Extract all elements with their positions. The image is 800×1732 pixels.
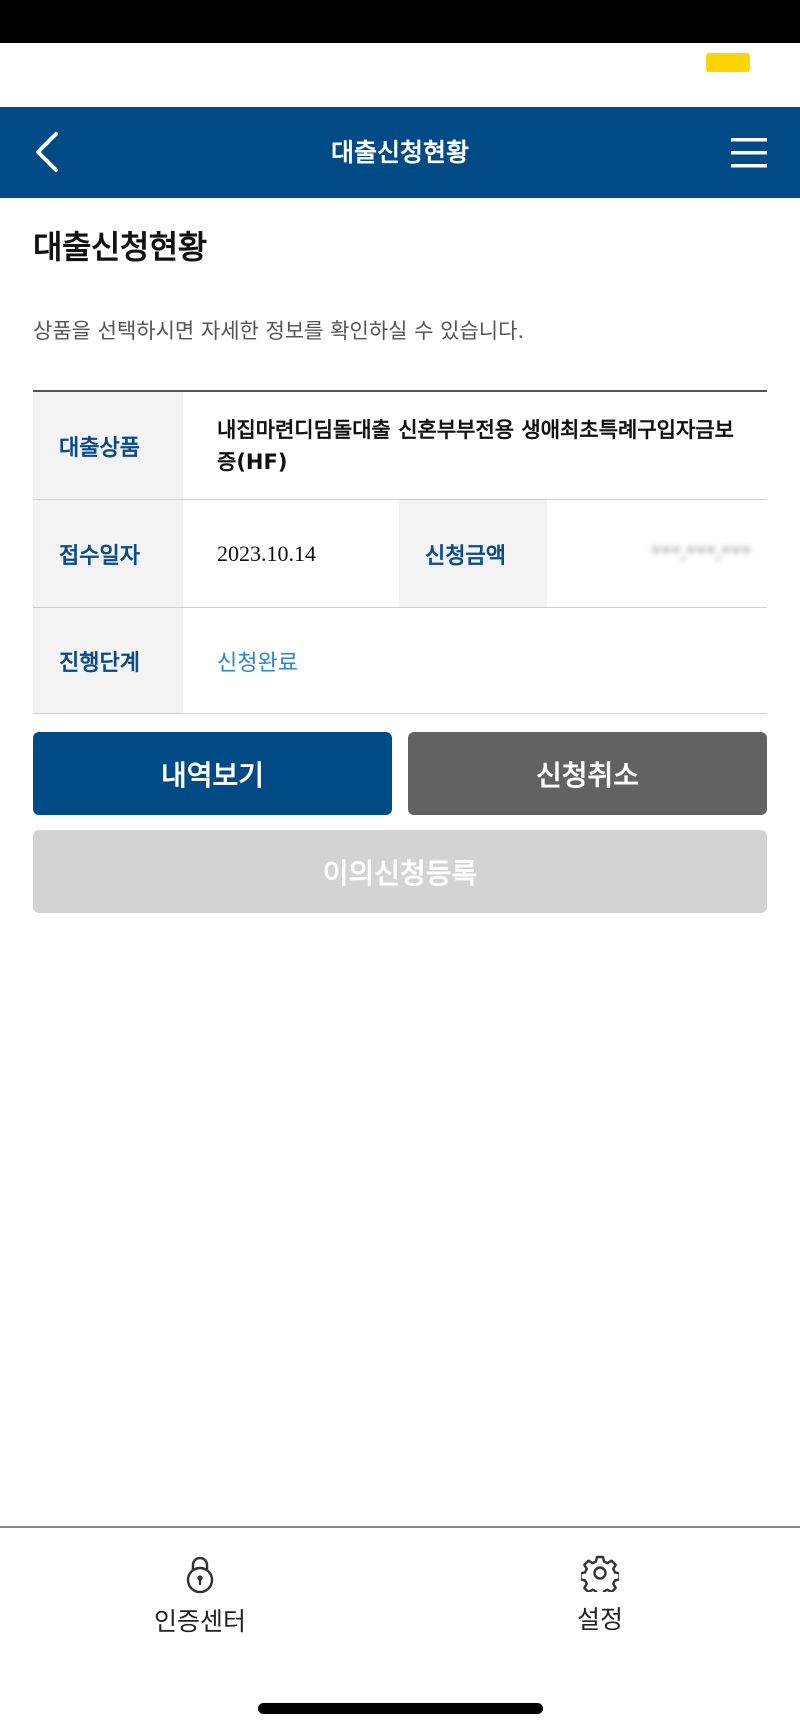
amount-value: ***,***,*** <box>651 542 751 564</box>
product-label: 대출상품 <box>33 392 183 499</box>
bottom-nav: 인증센터 설정 <box>0 1526 800 1732</box>
app-header: 대출신청현황 <box>0 107 800 198</box>
stage-label: 진행단계 <box>33 608 183 713</box>
hamburger-menu-icon <box>731 138 767 168</box>
page-description: 상품을 선택하시면 자세한 정보를 확인하실 수 있습니다. <box>33 319 525 343</box>
date-value: 2023.10.14 <box>217 540 316 566</box>
nav-auth-center[interactable]: 인증센터 <box>100 1554 300 1638</box>
menu-button[interactable] <box>722 131 776 175</box>
top-spacer <box>0 43 800 107</box>
view-history-button[interactable]: 내역보기 <box>33 732 392 815</box>
product-row: 대출상품 내집마련디딤돌대출 신혼부부전용 생애최초특례구입자금보증(HF) <box>33 392 767 500</box>
nav-settings-label: 설정 <box>576 1605 623 1634</box>
home-indicator <box>258 1703 543 1714</box>
stage-row: 진행단계 신청완료 <box>33 608 767 714</box>
product-value: 내집마련디딤돌대출 신혼부부전용 생애최초특례구입자금보증(HF) <box>217 417 734 474</box>
stage-value: 신청완료 <box>217 650 298 676</box>
gear-icon <box>581 1555 619 1592</box>
header-title: 대출신청현황 <box>330 138 469 167</box>
status-indicator <box>706 53 750 72</box>
status-bar <box>0 0 800 43</box>
register-objection-button: 이의신청등록 <box>33 830 767 913</box>
page-title: 대출신청현황 <box>33 228 207 266</box>
nav-settings[interactable]: 설정 <box>500 1554 700 1636</box>
lock-icon <box>186 1556 214 1594</box>
nav-auth-label: 인증센터 <box>153 1607 246 1636</box>
amount-label: 신청금액 <box>399 500 547 607</box>
cancel-application-button[interactable]: 신청취소 <box>408 732 767 815</box>
loan-info-table: 대출상품 내집마련디딤돌대출 신혼부부전용 생애최초특례구입자금보증(HF) 접… <box>33 390 767 714</box>
date-label: 접수일자 <box>33 500 183 607</box>
amount-value-cell: ***,***,*** <box>547 500 767 607</box>
date-amount-row: 접수일자 2023.10.14 신청금액 ***,***,*** <box>33 500 767 608</box>
